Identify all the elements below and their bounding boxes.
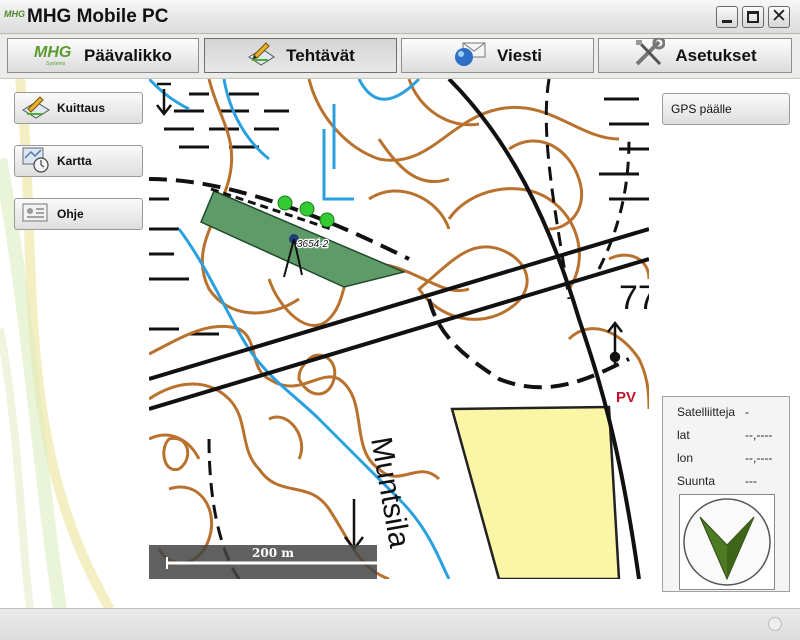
status-bar [0, 608, 800, 640]
tab-settings[interactable]: Asetukset [598, 36, 792, 73]
tab-main-menu[interactable]: MHG Systems Päävalikko [7, 38, 199, 73]
map-number-label: 77 [619, 279, 649, 317]
map-icon [21, 146, 51, 177]
scale-bar-label: 200 m [252, 546, 294, 560]
help-button[interactable]: Ohje [14, 198, 143, 230]
close-icon: ✕ [771, 5, 787, 27]
tab-label: Viesti [496, 45, 543, 65]
tab-label: Päävalikko [84, 45, 172, 65]
yellow-field-area [450, 405, 621, 579]
main-tab-bar: MHG Systems Päävalikko Tehtävät Viesti A… [0, 35, 800, 77]
close-button[interactable]: ✕ [768, 5, 790, 28]
help-icon [21, 201, 51, 228]
heading-label: Suunta [677, 474, 716, 488]
message-icon [453, 39, 487, 72]
minimize-icon [722, 20, 732, 23]
app-logo: MHG [4, 9, 25, 19]
gps-on-button[interactable]: GPS päälle [662, 93, 790, 125]
sidebar-item-label: Kartta [57, 154, 92, 168]
acknowledge-icon [21, 94, 51, 123]
map-canvas: 3654-2 3654-2 Muntsila PV 77 200 m [149, 79, 649, 579]
field-label: 3654-2 [297, 239, 329, 250]
tab-label: Tehtävät [286, 45, 355, 65]
tab-message[interactable]: Viesti [401, 38, 594, 73]
tab-tasks[interactable]: Tehtävät [204, 38, 397, 73]
compass [679, 494, 775, 590]
gps-point[interactable] [319, 212, 335, 228]
heading-value: --- [745, 474, 757, 488]
resize-grip-icon[interactable] [768, 617, 782, 631]
acknowledge-button[interactable]: Kuittaus [14, 92, 143, 124]
compass-arrow-icon [683, 498, 771, 586]
sidebar-item-label: Ohje [57, 207, 84, 221]
lat-label: lat [677, 428, 690, 442]
lon-label: lon [677, 451, 694, 465]
map-button[interactable]: Kartta [14, 145, 143, 177]
title-bar: MHG MHG Mobile PC ✕ [0, 0, 800, 34]
settings-icon [633, 36, 666, 73]
map-view[interactable]: 3654-2 3654-2 Muntsila PV 77 200 m [149, 79, 649, 579]
gps-point[interactable] [299, 201, 315, 217]
window-title: MHG Mobile PC [27, 6, 169, 27]
mhg-logo-icon: MHG Systems [34, 44, 74, 68]
lon-value: --,---- [745, 451, 773, 465]
sidebar-item-label: Kuittaus [57, 101, 105, 115]
lat-value: --,---- [745, 428, 773, 442]
gps-point[interactable] [277, 195, 293, 211]
tasks-icon [246, 39, 276, 72]
gps-info-panel: Satelliitteja - lat --,---- lon --,---- … [662, 396, 790, 592]
satellites-value: - [745, 405, 749, 419]
mhg-logo-subtext: Systems [46, 60, 66, 67]
tab-label: Asetukset [675, 45, 757, 65]
satellites-label: Satelliitteja [677, 405, 736, 419]
street-label: Muntsila [364, 434, 416, 550]
mhg-logo-text: MHG [34, 43, 72, 61]
minimize-button[interactable] [716, 6, 738, 28]
maximize-button[interactable] [742, 6, 764, 28]
maximize-icon [747, 11, 759, 23]
content-area: Kuittaus Kartta Ohje 3654-2 3654-2 Munts… [0, 78, 800, 609]
pv-marker-label: PV [616, 389, 636, 406]
